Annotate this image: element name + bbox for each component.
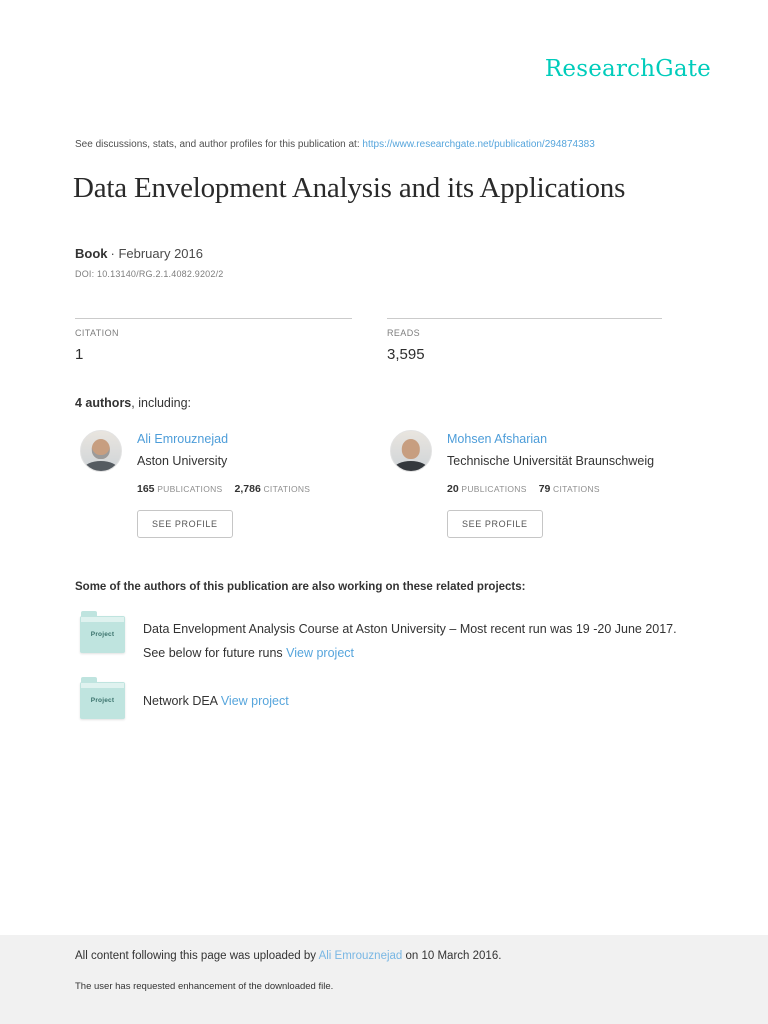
pdf-cover-page: ResearchGate See discussions, stats, and… [0,0,768,1024]
project-description: Network DEA [143,694,221,708]
citation-label: CITATION [75,328,352,338]
source-line-text: See discussions, stats, and author profi… [75,139,362,150]
authors-row: Ali Emrouznejad Aston University 165 PUB… [80,430,700,538]
upload-notice-prefix: All content following this page was uplo… [75,950,319,962]
view-project-link[interactable]: View project [286,646,354,660]
folder-label: Project [80,697,125,704]
authors-heading-rest: , including: [131,396,191,410]
author-card: Mohsen Afsharian Technische Universität … [390,430,700,538]
researchgate-logo: ResearchGate [545,56,711,82]
publications-label: PUBLICATIONS [461,484,526,494]
project-item: Network DEA View project [143,689,699,713]
author-stats: 165 PUBLICATIONS 2,786 CITATIONS [137,483,310,495]
project-description: Data Envelopment Analysis Course at Asto… [143,622,677,660]
author-name-link[interactable]: Ali Emrouznejad [137,432,310,446]
publications-count: 165 [137,483,155,495]
publication-source-line: See discussions, stats, and author profi… [75,139,595,150]
author-name-link[interactable]: Mohsen Afsharian [447,432,654,446]
upload-notice-suffix: on 10 March 2016. [402,950,501,962]
uploader-name-link[interactable]: Ali Emrouznejad [319,950,403,962]
upload-notice-line: All content following this page was uplo… [75,950,501,962]
see-profile-button[interactable]: SEE PROFILE [447,510,543,538]
authors-heading: 4 authors, including: [75,396,191,410]
citation-stat: CITATION 1 [75,318,352,363]
doi-line: DOI: 10.13140/RG.2.1.4082.9202/2 [75,269,224,279]
citations-count: 79 [539,483,551,495]
project-folder-icon: Project [80,682,125,719]
reads-stat: READS 3,595 [387,318,662,363]
author-stats: 20 PUBLICATIONS 79 CITATIONS [447,483,654,495]
publication-meta: Book· February 2016 [75,246,203,261]
publication-type: Book [75,246,108,261]
project-item: Data Envelopment Analysis Course at Asto… [143,617,699,665]
citations-label: CITATIONS [553,484,600,494]
view-project-link[interactable]: View project [221,694,289,708]
stats-row: CITATION 1 READS 3,595 [75,318,662,363]
author-card: Ali Emrouznejad Aston University 165 PUB… [80,430,390,538]
see-profile-button[interactable]: SEE PROFILE [137,510,233,538]
authors-count: 4 authors [75,396,131,410]
author-info: Ali Emrouznejad Aston University 165 PUB… [137,430,310,538]
citations-label: CITATIONS [263,484,310,494]
publications-count: 20 [447,483,459,495]
folder-label: Project [80,631,125,638]
reads-value: 3,595 [387,346,662,363]
citations-count: 2,786 [235,483,261,495]
author-affiliation: Aston University [137,454,310,468]
citation-value: 1 [75,346,352,363]
reads-label: READS [387,328,662,338]
project-folder-icon: Project [80,616,125,653]
related-projects-heading: Some of the authors of this publication … [75,581,526,593]
publication-title: Data Envelopment Analysis and its Applic… [73,172,713,205]
author-affiliation: Technische Universität Braunschweig [447,454,654,468]
author-avatar[interactable] [390,430,432,472]
publication-url-link[interactable]: https://www.researchgate.net/publication… [362,139,594,150]
enhancement-notice: The user has requested enhancement of th… [75,981,333,992]
author-avatar[interactable] [80,430,122,472]
publication-date: · February 2016 [111,246,204,261]
publications-label: PUBLICATIONS [157,484,222,494]
author-info: Mohsen Afsharian Technische Universität … [447,430,654,538]
upload-notice-footer: All content following this page was uplo… [0,935,768,1024]
